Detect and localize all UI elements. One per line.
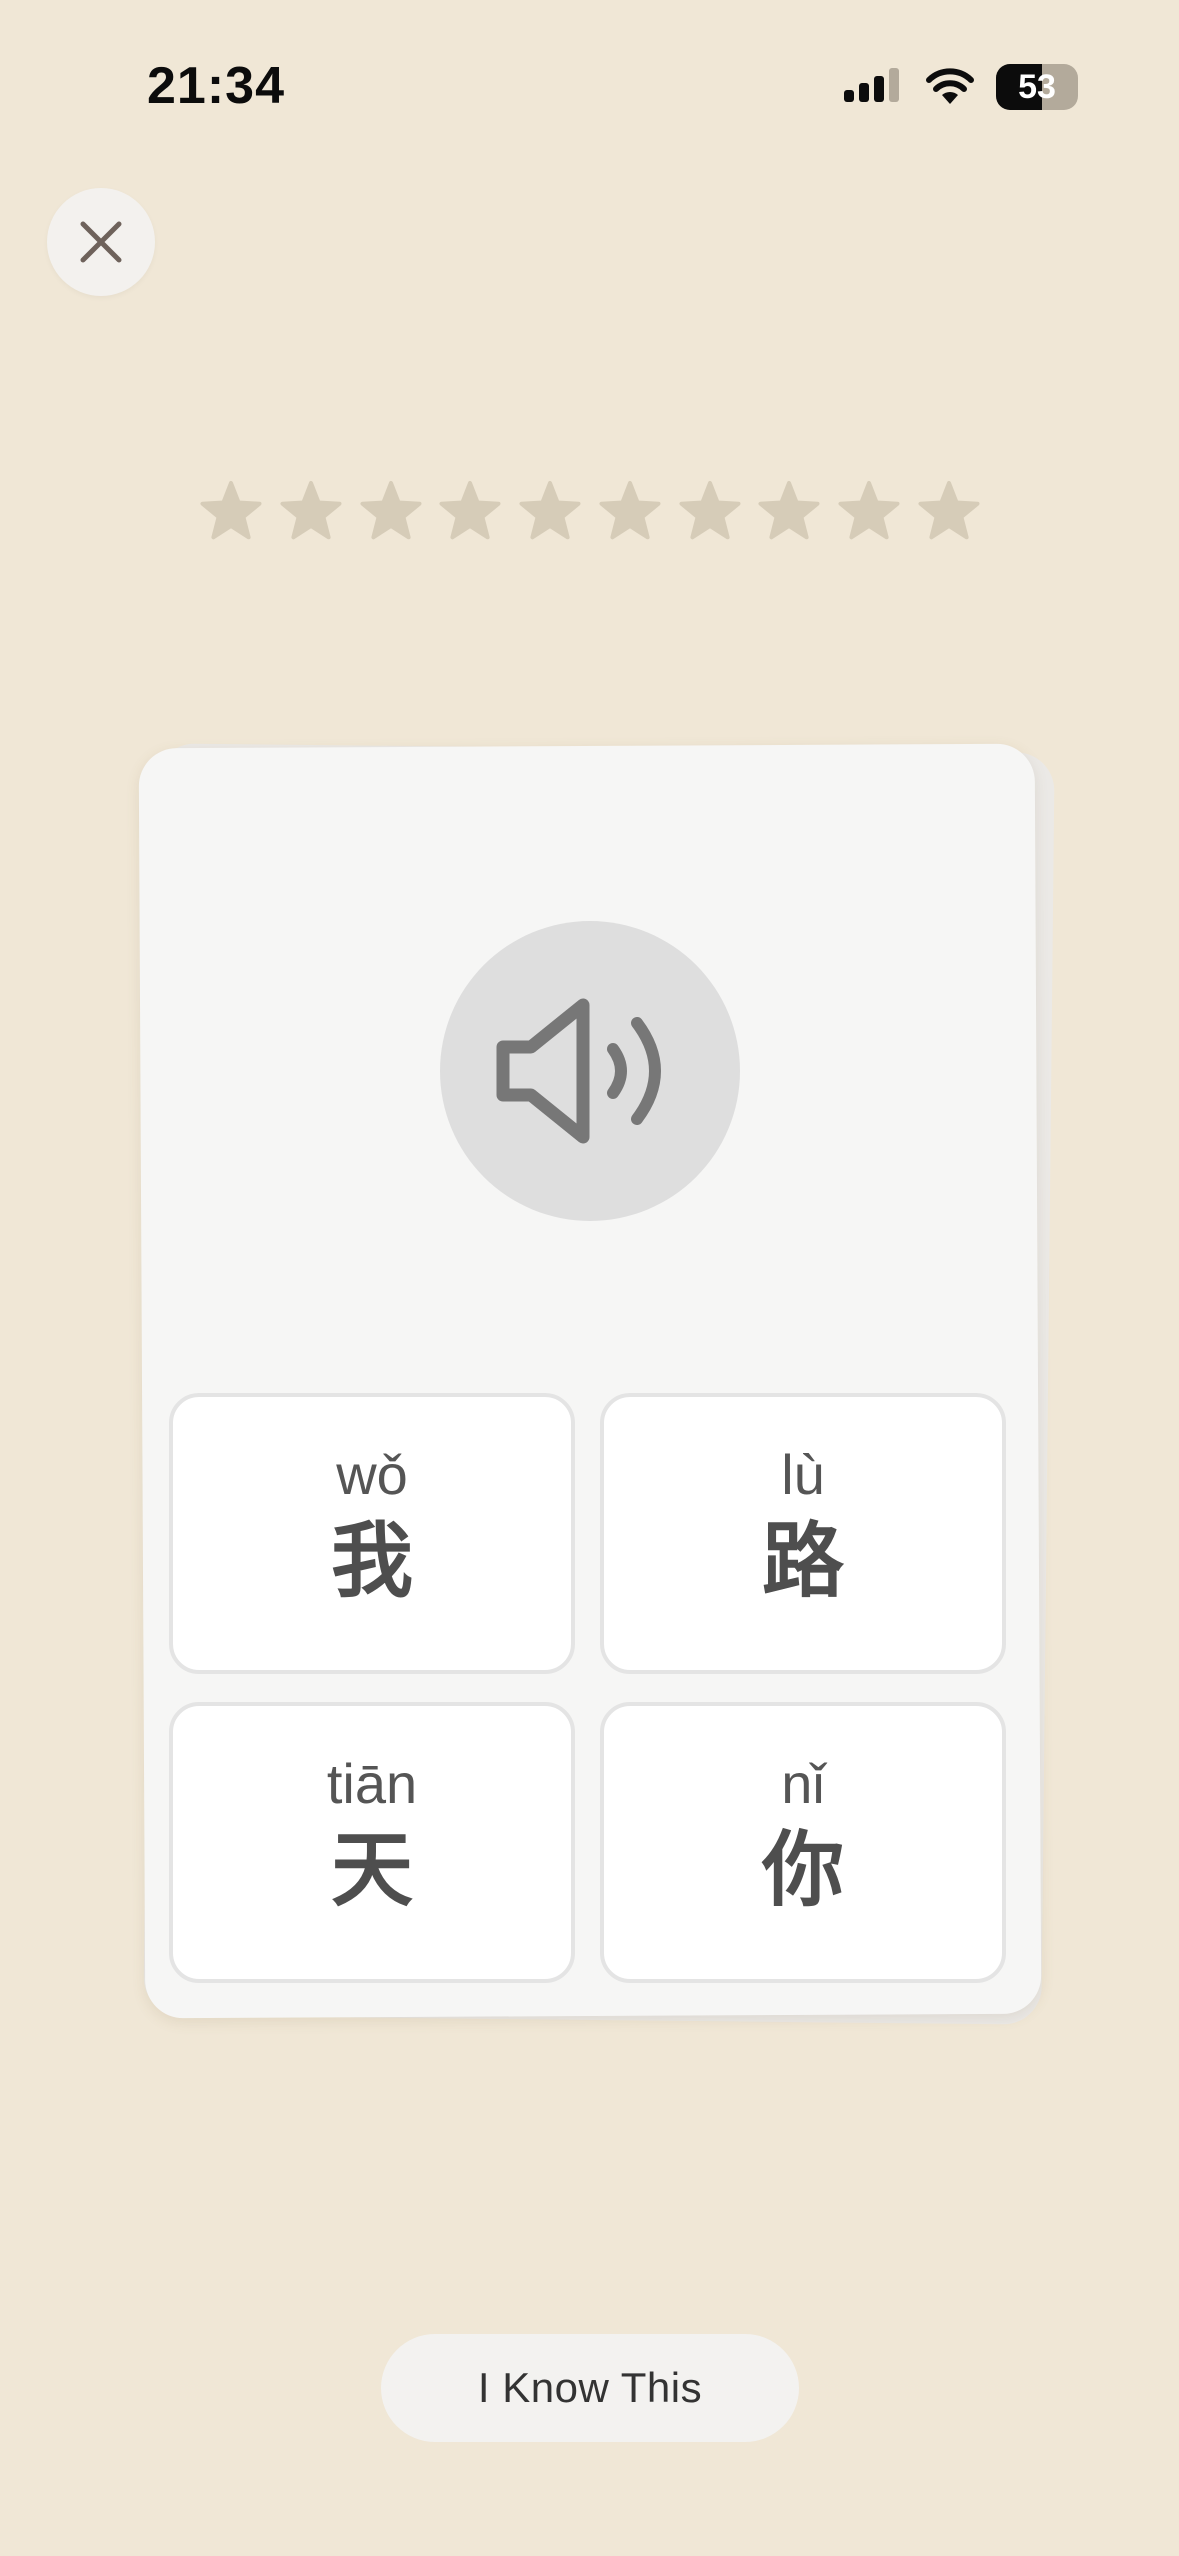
option-pinyin: wǒ — [336, 1443, 408, 1506]
option-character: 路 — [761, 1514, 844, 1609]
star-icon — [758, 481, 820, 540]
option-character: 我 — [330, 1514, 413, 1609]
close-button[interactable] — [47, 188, 155, 296]
i-know-this-button[interactable]: I Know This — [381, 2334, 799, 2442]
star-icon — [519, 481, 581, 540]
star-icon — [838, 481, 900, 540]
star-icon — [200, 481, 262, 540]
option-pinyin: lù — [781, 1443, 825, 1506]
option-character: 天 — [330, 1823, 413, 1918]
battery-indicator: 53 — [996, 64, 1078, 110]
option-pinyin: nǐ — [781, 1752, 825, 1815]
speaker-icon — [496, 998, 661, 1144]
star-icon — [360, 481, 422, 540]
option-character: 你 — [761, 1823, 844, 1918]
wifi-icon — [926, 68, 974, 104]
battery-percent: 53 — [1018, 68, 1056, 106]
play-audio-button[interactable] — [440, 921, 740, 1221]
star-icon — [679, 481, 741, 540]
answer-option-4[interactable]: nǐ 你 — [600, 1702, 1006, 1983]
battery-tip — [1073, 80, 1078, 94]
answer-option-1[interactable]: wǒ 我 — [169, 1393, 575, 1674]
progress-stars — [200, 478, 980, 544]
status-time: 21:34 — [147, 57, 285, 115]
star-icon — [599, 481, 661, 540]
cellular-signal-icon — [844, 68, 899, 102]
star-icon — [280, 481, 342, 540]
star-icon — [918, 481, 980, 540]
answer-option-2[interactable]: lù 路 — [600, 1393, 1006, 1674]
star-icon — [439, 481, 501, 540]
close-icon — [80, 221, 122, 263]
answer-option-3[interactable]: tiān 天 — [169, 1702, 575, 1983]
option-pinyin: tiān — [326, 1752, 418, 1815]
status-bar: 21:34 53 — [0, 0, 1179, 170]
